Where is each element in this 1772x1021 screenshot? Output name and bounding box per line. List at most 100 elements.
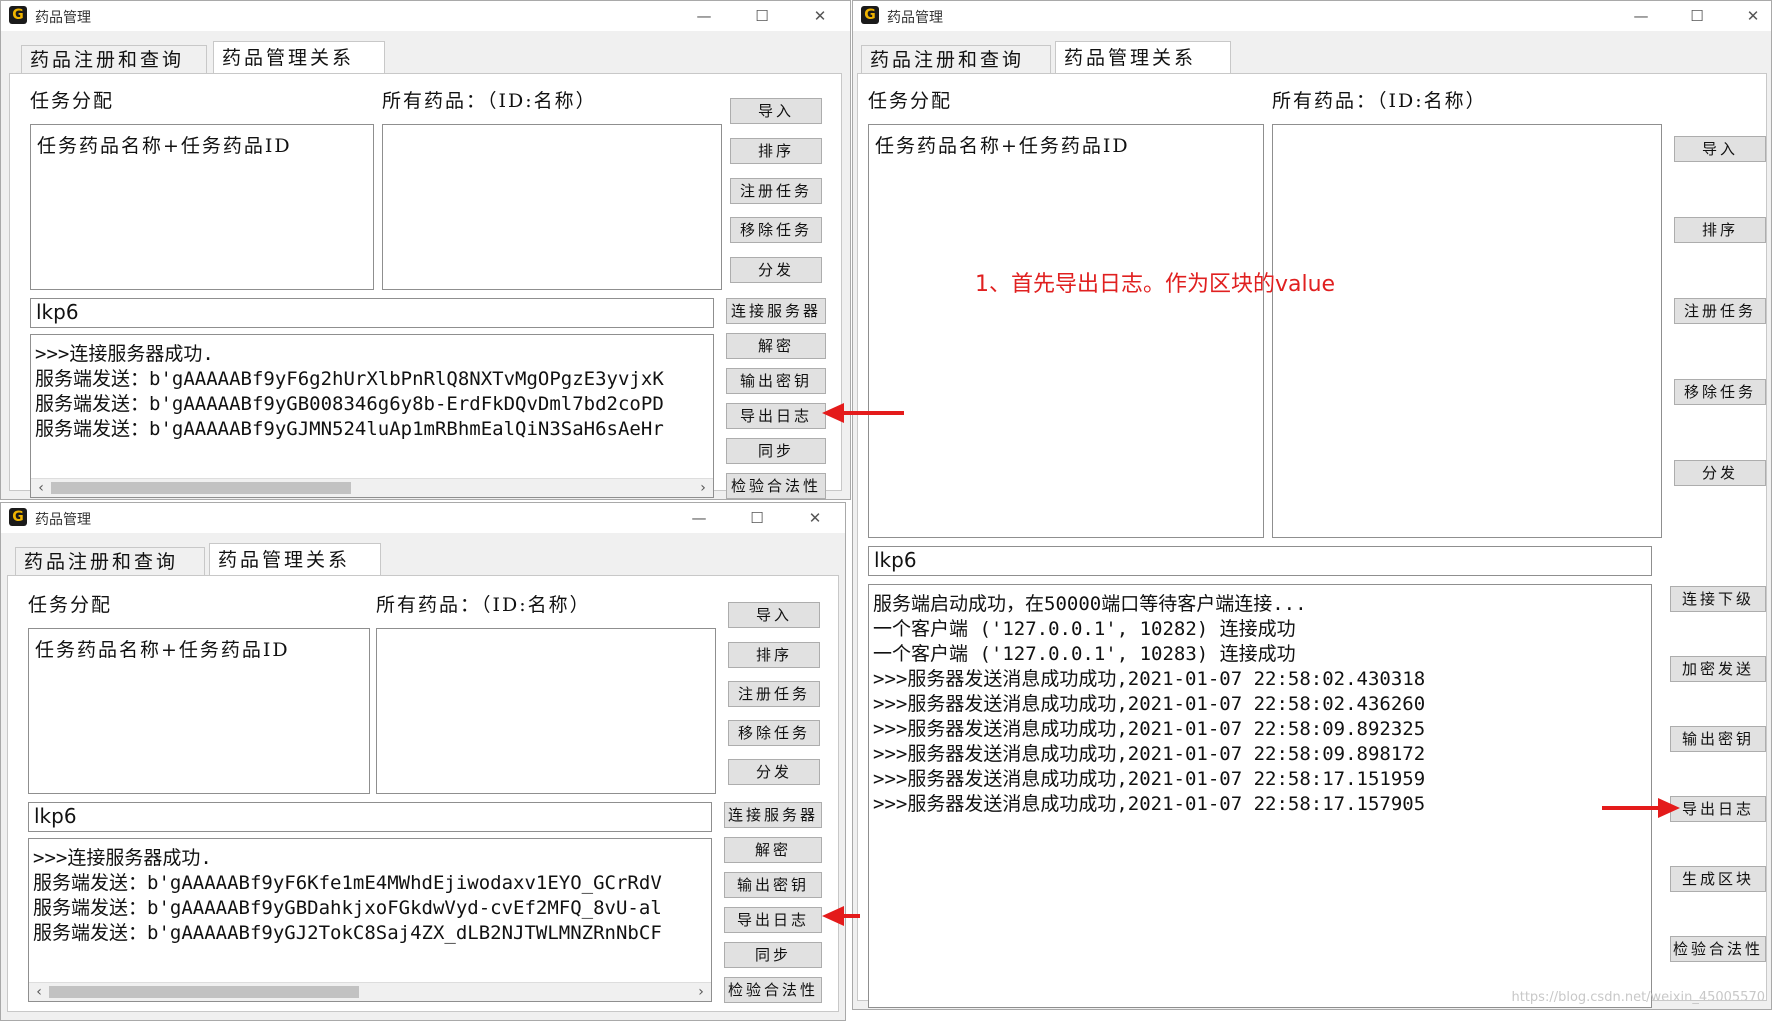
output-key-button[interactable]: 输出密钥 (724, 872, 822, 898)
log-line: >>>服务器发送消息成功成功,2021-01-07 22:58:09.89817… (873, 743, 1426, 765)
all-drugs-listbox[interactable] (382, 124, 722, 290)
window-title: 药品管理 (35, 512, 91, 528)
app-icon: G (861, 6, 879, 24)
export-log-button[interactable]: 导出日志 (1670, 796, 1766, 822)
maximize-icon[interactable]: ☐ (729, 503, 785, 533)
verify-button[interactable]: 检验合法性 (724, 977, 822, 1003)
sort-button[interactable]: 排序 (730, 138, 822, 164)
sync-button[interactable]: 同步 (724, 942, 822, 968)
scroll-right-icon[interactable]: › (693, 983, 709, 1001)
horizontal-scrollbar[interactable]: ‹ › (31, 478, 713, 497)
close-icon[interactable]: ✕ (1725, 1, 1771, 31)
connect-lower-button[interactable]: 连接下级 (1670, 586, 1766, 612)
red-arrow-icon (822, 906, 860, 926)
sort-button[interactable]: 排序 (1674, 217, 1766, 243)
server-window: G 药品管理 — ☐ ✕ 药品注册和查询 药品管理关系 任务分配 所有药品：（I… (852, 0, 1772, 1010)
output-key-button[interactable]: 输出密钥 (1670, 726, 1766, 752)
import-button[interactable]: 导入 (728, 602, 820, 628)
tab-drug-register[interactable]: 药品注册和查询 (861, 45, 1051, 73)
distribute-button[interactable]: 分发 (1674, 460, 1766, 486)
generate-block-button[interactable]: 生成区块 (1670, 866, 1766, 892)
connect-server-button[interactable]: 连接服务器 (724, 802, 822, 828)
tab-drug-relations[interactable]: 药品管理关系 (213, 41, 385, 73)
name-input[interactable]: lkp6 (28, 802, 712, 832)
client-window-bottom: G 药品管理 — ☐ ✕ 药品注册和查询 药品管理关系 任务分配 所有药品：（I… (0, 502, 846, 1021)
tab-strip: 药品注册和查询 药品管理关系 (1, 31, 850, 73)
connect-server-button[interactable]: 连接服务器 (726, 298, 826, 324)
verify-button[interactable]: 检验合法性 (1670, 936, 1766, 962)
all-drugs-listbox[interactable] (376, 628, 716, 794)
all-drugs-listbox[interactable] (1272, 124, 1662, 538)
log-textbox[interactable]: >>>连接服务器成功. 服务端发送：b'gAAAAABf9yF6Kfe1mE4M… (28, 838, 712, 1002)
log-line: 服务端发送：b'gAAAAABf9yGJMN524luAp1mRBhmEalQi… (35, 418, 664, 440)
verify-button[interactable]: 检验合法性 (726, 473, 826, 499)
minimize-icon[interactable]: — (676, 1, 732, 31)
register-task-button[interactable]: 注册任务 (1674, 298, 1766, 324)
remove-task-button[interactable]: 移除任务 (1674, 379, 1766, 405)
log-line: >>>连接服务器成功. (35, 343, 214, 365)
distribute-button[interactable]: 分发 (730, 257, 822, 283)
decrypt-button[interactable]: 解密 (726, 333, 826, 359)
task-listbox[interactable]: 任务药品名称+任务药品ID (28, 628, 370, 794)
list-item[interactable]: 任务药品名称+任务药品ID (37, 131, 292, 158)
app-icon: G (9, 6, 27, 24)
close-icon[interactable]: ✕ (787, 503, 843, 533)
distribute-button[interactable]: 分发 (728, 759, 820, 785)
remove-task-button[interactable]: 移除任务 (728, 720, 820, 746)
all-drugs-label: 所有药品：（ID:名称） (376, 594, 591, 616)
register-task-button[interactable]: 注册任务 (730, 178, 822, 204)
import-button[interactable]: 导入 (730, 98, 822, 124)
encrypt-send-button[interactable]: 加密发送 (1670, 656, 1766, 682)
tab-drug-register[interactable]: 药品注册和查询 (21, 45, 207, 73)
name-input[interactable]: lkp6 (30, 298, 714, 328)
export-log-button[interactable]: 导出日志 (724, 907, 822, 933)
list-item[interactable]: 任务药品名称+任务药品ID (35, 635, 290, 662)
server-log-textbox[interactable]: 服务端启动成功，在50000端口等待客户端连接... 一个客户端 ('127.0… (868, 584, 1652, 1008)
task-listbox[interactable]: 任务药品名称+任务药品ID (30, 124, 374, 290)
tab-drug-relations[interactable]: 药品管理关系 (1055, 41, 1231, 73)
remove-task-button[interactable]: 移除任务 (730, 217, 822, 243)
assign-label: 任务分配 (28, 594, 113, 616)
tab-drug-relations[interactable]: 药品管理关系 (209, 543, 381, 575)
output-key-button[interactable]: 输出密钥 (726, 368, 826, 394)
import-button[interactable]: 导入 (1674, 136, 1766, 162)
log-line: 一个客户端 ('127.0.0.1', 10283) 连接成功 (873, 643, 1296, 665)
decrypt-button[interactable]: 解密 (724, 837, 822, 863)
register-task-button[interactable]: 注册任务 (728, 681, 820, 707)
minimize-icon[interactable]: — (1613, 1, 1669, 31)
log-line: >>>服务器发送消息成功成功,2021-01-07 22:58:02.43626… (873, 693, 1426, 715)
log-line: 服务端发送：b'gAAAAABf9yGJ2TokC8Saj4ZX_dLB2NJT… (33, 922, 662, 944)
sort-button[interactable]: 排序 (728, 642, 820, 668)
minimize-icon[interactable]: — (671, 503, 727, 533)
scrollbar-thumb[interactable] (51, 482, 351, 494)
scroll-left-icon[interactable]: ‹ (31, 983, 47, 1001)
client-window-top: G 药品管理 — ☐ ✕ 药品注册和查询 药品管理关系 任务分配 所有药品：（I… (0, 0, 851, 500)
window-title: 药品管理 (887, 10, 943, 26)
log-line: >>>服务器发送消息成功成功,2021-01-07 22:58:17.15195… (873, 768, 1426, 790)
tab-strip: 药品注册和查询 药品管理关系 (1, 533, 845, 575)
scroll-right-icon[interactable]: › (695, 479, 711, 497)
title-bar[interactable]: G 药品管理 — ☐ ✕ (1, 1, 850, 31)
title-bar[interactable]: G 药品管理 — ☐ ✕ (1, 503, 845, 533)
horizontal-scrollbar[interactable]: ‹ › (29, 982, 711, 1001)
task-listbox[interactable]: 任务药品名称+任务药品ID (868, 124, 1264, 538)
maximize-icon[interactable]: ☐ (734, 1, 790, 31)
tab-drug-register[interactable]: 药品注册和查询 (15, 547, 205, 575)
maximize-icon[interactable]: ☐ (1669, 1, 1725, 31)
log-line: >>>服务器发送消息成功成功,2021-01-07 22:58:09.89232… (873, 718, 1426, 740)
scrollbar-thumb[interactable] (49, 986, 359, 998)
watermark: https://blog.csdn.net/weixin_45005570 (1511, 990, 1765, 1005)
tab-panel: 任务分配 所有药品：（ID:名称） 任务药品名称+任务药品ID lkp6 服务端… (857, 73, 1767, 1008)
assign-label: 任务分配 (30, 90, 115, 112)
close-icon[interactable]: ✕ (792, 1, 848, 31)
title-bar[interactable]: G 药品管理 — ☐ ✕ (853, 1, 1771, 31)
log-textbox[interactable]: >>>连接服务器成功. 服务端发送：b'gAAAAABf9yF6g2hUrXlb… (30, 334, 714, 498)
export-log-button[interactable]: 导出日志 (726, 403, 826, 429)
log-line: 服务端发送：b'gAAAAABf9yGB008346g6y8b-ErdFkDQv… (35, 393, 664, 415)
name-input[interactable]: lkp6 (868, 546, 1652, 576)
red-arrow-icon (1602, 798, 1680, 818)
log-line: >>>服务器发送消息成功成功,2021-01-07 22:58:02.43031… (873, 668, 1426, 690)
list-item[interactable]: 任务药品名称+任务药品ID (875, 131, 1130, 158)
sync-button[interactable]: 同步 (726, 438, 826, 464)
scroll-left-icon[interactable]: ‹ (33, 479, 49, 497)
